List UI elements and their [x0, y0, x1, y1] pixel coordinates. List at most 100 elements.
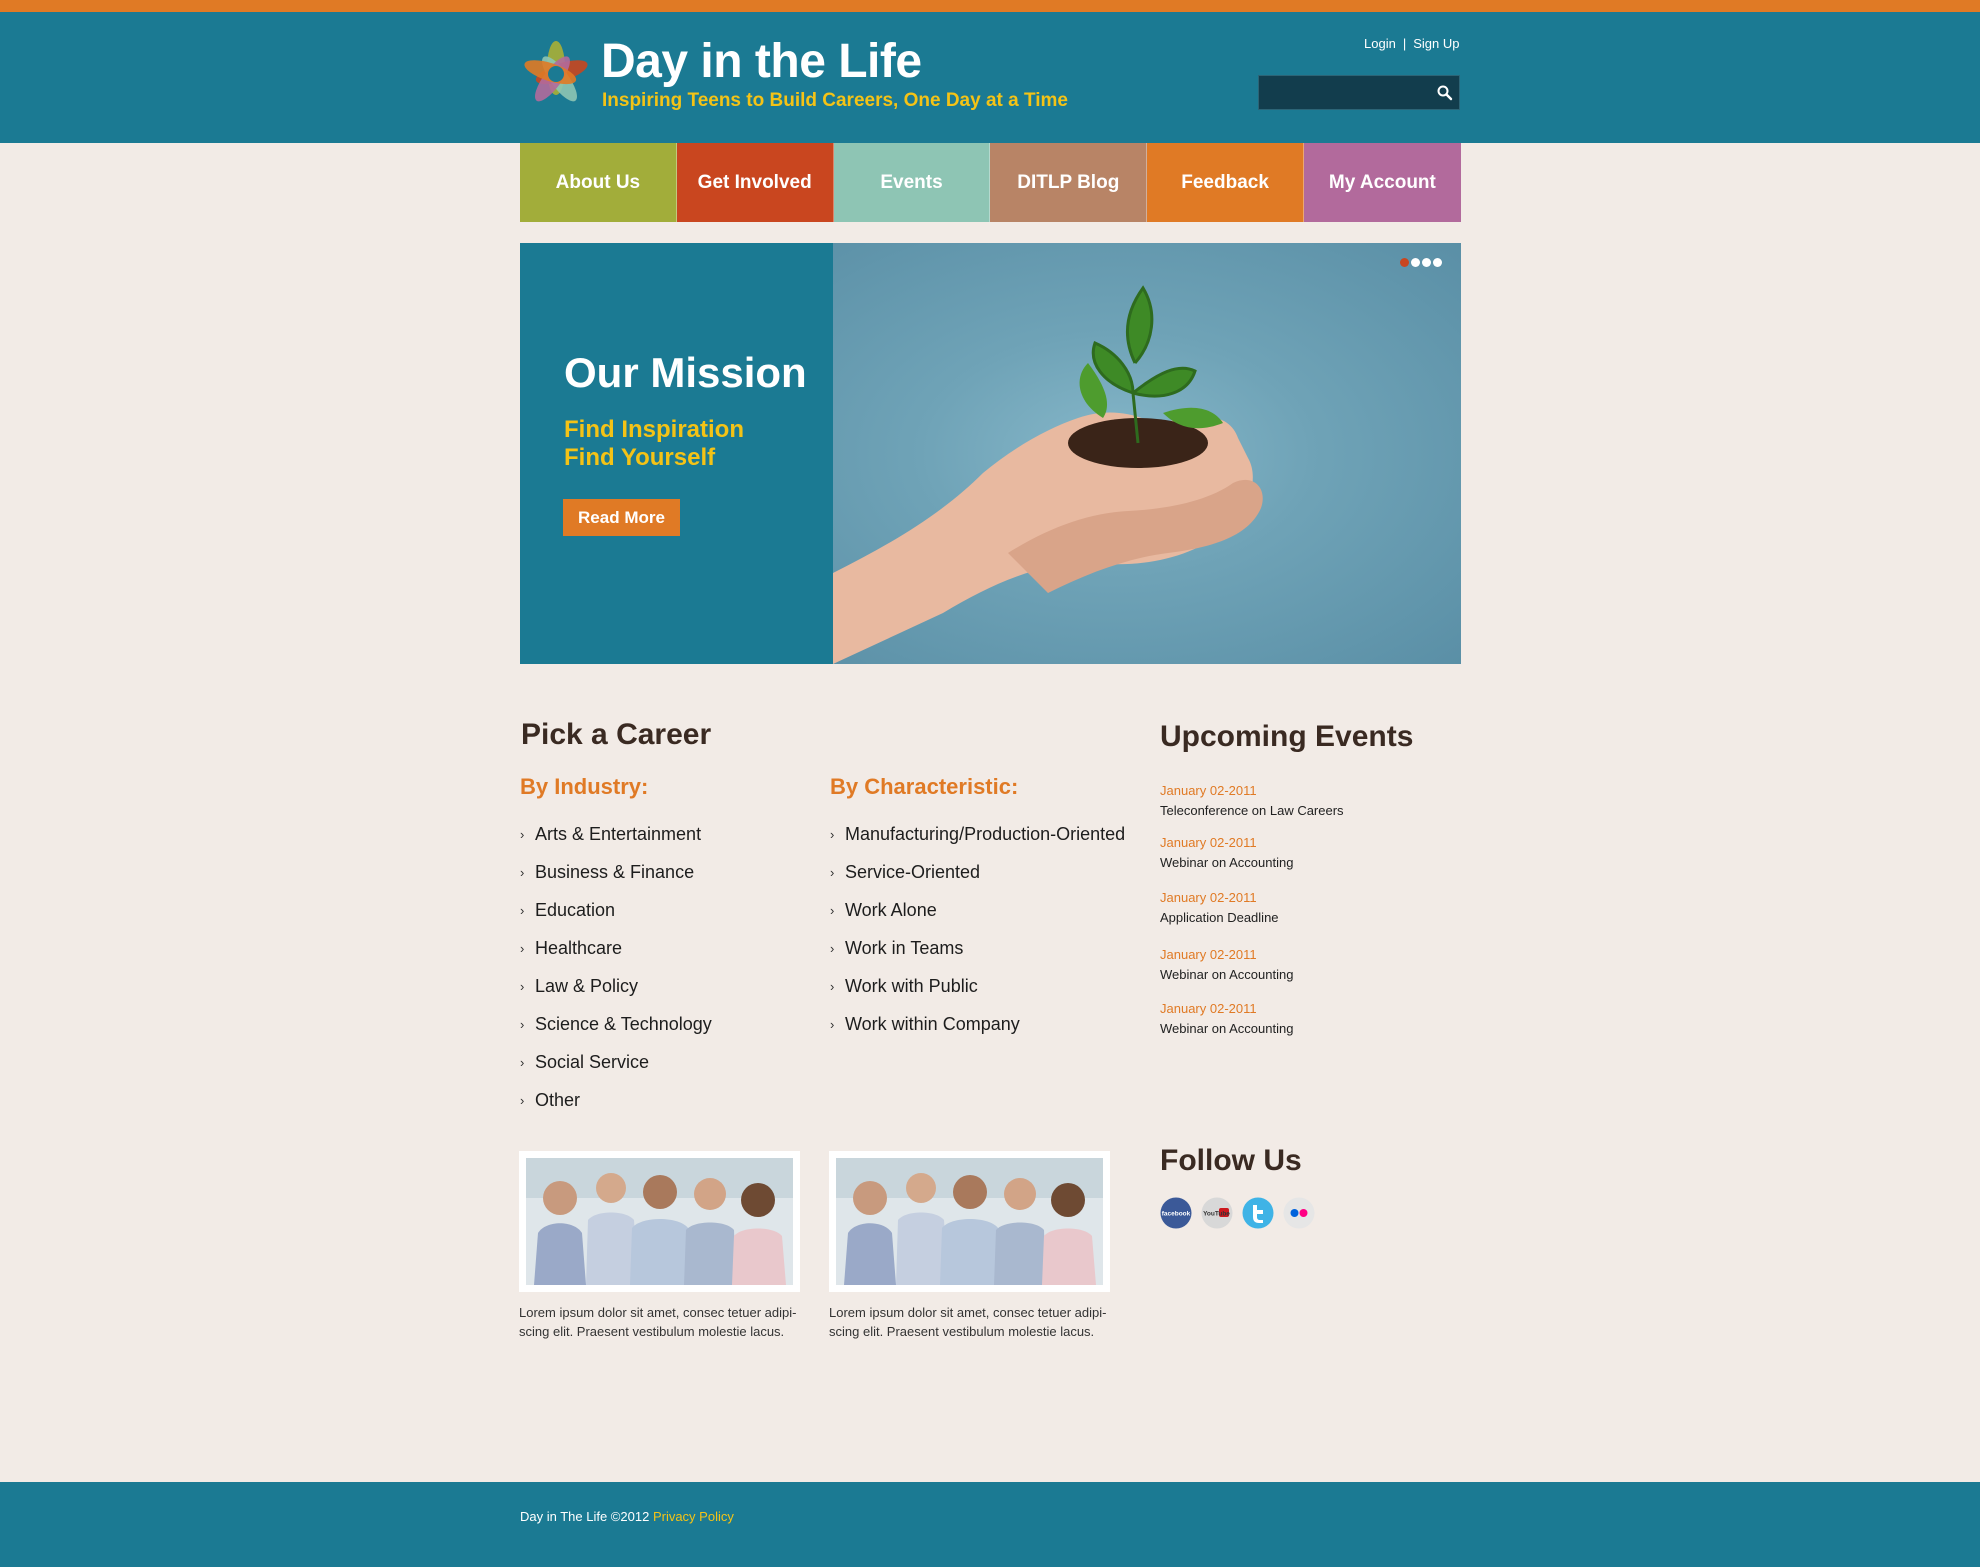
- pick-career-heading: Pick a Career: [521, 718, 712, 751]
- event-item: January 02-2011 Webinar on Accounting: [1160, 1000, 1293, 1037]
- chevron-right-icon: ›: [520, 978, 525, 994]
- promo-photo[interactable]: [829, 1151, 1110, 1292]
- characteristic-item[interactable]: › Work within Company: [830, 1005, 1125, 1043]
- chevron-right-icon: ›: [520, 1092, 525, 1108]
- event-name[interactable]: Webinar on Accounting: [1160, 1020, 1293, 1037]
- characteristic-item[interactable]: › Work with Public: [830, 967, 1125, 1005]
- chevron-right-icon: ›: [830, 826, 835, 842]
- hero-slider: Our Mission Find Inspiration Find Yourse…: [520, 243, 1461, 664]
- event-name[interactable]: Webinar on Accounting: [1160, 854, 1293, 871]
- characteristic-item[interactable]: › Work Alone: [830, 891, 1125, 929]
- slide-subtitle: Find Inspiration Find Yourself: [564, 416, 744, 472]
- site-footer: [0, 1482, 1980, 1567]
- characteristic-item[interactable]: › Work in Teams: [830, 929, 1125, 967]
- event-date: January 02-2011: [1160, 783, 1257, 798]
- characteristic-item-label: Work within Company: [845, 1013, 1020, 1034]
- industry-item-label: Science & Technology: [535, 1013, 712, 1034]
- flickr-icon[interactable]: [1283, 1197, 1315, 1229]
- industry-item[interactable]: › Science & Technology: [520, 1005, 712, 1043]
- industry-item[interactable]: › Other: [520, 1081, 712, 1119]
- nav-get-involved[interactable]: Get Involved: [676, 143, 834, 222]
- industry-item[interactable]: › Education: [520, 891, 712, 929]
- copyright: Day in The Life ©2012 Privacy Policy: [520, 1509, 734, 1524]
- upcoming-events-heading: Upcoming Events: [1160, 720, 1414, 753]
- industry-item-label: Law & Policy: [535, 975, 639, 996]
- industry-list: › Arts & Entertainment › Business & Financ…: [520, 815, 712, 1119]
- industry-item-label: Healthcare: [535, 937, 623, 958]
- privacy-policy-link[interactable]: Privacy Policy: [653, 1509, 734, 1524]
- characteristic-heading: By Characteristic:: [830, 774, 1019, 799]
- event-item: January 02-2011 Webinar on Accounting: [1160, 946, 1293, 983]
- nav-about-us[interactable]: About Us: [520, 143, 677, 222]
- slide-image: [833, 243, 1461, 664]
- nav-ditlp-blog[interactable]: DITLP Blog: [990, 143, 1148, 222]
- chevron-right-icon: ›: [520, 1016, 525, 1032]
- nav-events[interactable]: Events: [833, 143, 991, 222]
- characteristic-item-label: Manufacturing/Production-Oriented: [845, 823, 1126, 844]
- event-date: January 02-2011: [1160, 1001, 1257, 1016]
- event-item: January 02-2011 Teleconference on Law Ca…: [1160, 782, 1344, 819]
- twitter-icon[interactable]: [1242, 1197, 1274, 1229]
- youtube-wordmark: YouTube: [1203, 1211, 1230, 1218]
- slide-title: Our Mission: [564, 349, 807, 396]
- characteristic-item-label: Work Alone: [845, 899, 937, 920]
- auth-separator: |: [1402, 36, 1407, 51]
- chevron-right-icon: ›: [830, 864, 835, 880]
- industry-item[interactable]: › Business & Finance: [520, 853, 712, 891]
- read-more-button[interactable]: Read More: [563, 499, 680, 536]
- nav-feedback[interactable]: Feedback: [1147, 143, 1304, 222]
- industry-item-label: Arts & Entertainment: [535, 823, 702, 844]
- search-icon[interactable]: [1435, 83, 1455, 103]
- industry-heading: By Industry:: [520, 774, 649, 799]
- slider-pagination: [1400, 258, 1442, 267]
- youtube-icon[interactable]: YouTube: [1201, 1197, 1233, 1229]
- chevron-right-icon: ›: [520, 864, 525, 880]
- facebook-icon[interactable]: facebook: [1160, 1197, 1192, 1229]
- main-nav: About Us Get Involved Events DITLP Blog …: [520, 143, 1461, 222]
- event-date: January 02-2011: [1160, 835, 1257, 850]
- group-people-image: [526, 1158, 793, 1285]
- industry-item[interactable]: › Social Service: [520, 1043, 712, 1081]
- slider-dot-3[interactable]: [1422, 258, 1431, 267]
- event-name[interactable]: Webinar on Accounting: [1160, 966, 1293, 983]
- facebook-wordmark: facebook: [1162, 1211, 1191, 1218]
- login-link[interactable]: Login: [1364, 36, 1396, 51]
- chevron-right-icon: ›: [830, 1016, 835, 1032]
- chevron-right-icon: ›: [520, 902, 525, 918]
- event-name[interactable]: Application Deadline: [1160, 909, 1279, 926]
- site-title[interactable]: Day in the Life: [601, 34, 922, 89]
- industry-item[interactable]: › Law & Policy: [520, 967, 712, 1005]
- characteristic-item-label: Work in Teams: [845, 937, 964, 958]
- search-box: [1258, 75, 1460, 110]
- characteristic-item[interactable]: › Service-Oriented: [830, 853, 1125, 891]
- auth-links: Login | Sign Up: [1364, 36, 1459, 51]
- industry-item-label: Social Service: [535, 1051, 650, 1072]
- signup-link[interactable]: Sign Up: [1413, 36, 1459, 51]
- slider-dot-4[interactable]: [1433, 258, 1442, 267]
- industry-item[interactable]: › Arts & Entertainment: [520, 815, 712, 853]
- chevron-right-icon: ›: [520, 826, 525, 842]
- nav-my-account[interactable]: My Account: [1303, 143, 1461, 222]
- industry-item[interactable]: › Healthcare: [520, 929, 712, 967]
- promo-caption-line: Lorem ipsum dolor sit amet, consec tetue…: [519, 1305, 797, 1320]
- chevron-right-icon: ›: [830, 940, 835, 956]
- event-date: January 02-2011: [1160, 947, 1257, 962]
- event-name[interactable]: Teleconference on Law Careers: [1160, 802, 1344, 819]
- event-date: January 02-2011: [1160, 890, 1257, 905]
- logo-icon[interactable]: [520, 38, 592, 110]
- slide-text-panel: Our Mission Find Inspiration Find Yourse…: [520, 243, 833, 664]
- promo-caption-line: scing elit. Praesent vestibulum molestie…: [829, 1324, 1095, 1339]
- promo-caption-line: Lorem ipsum dolor sit amet, consec tetue…: [829, 1305, 1107, 1320]
- search-input[interactable]: [1265, 80, 1425, 106]
- slider-dot-2[interactable]: [1411, 258, 1420, 267]
- site-tagline: Inspiring Teens to Build Careers, One Da…: [602, 90, 1068, 111]
- slider-dot-1[interactable]: [1400, 258, 1409, 267]
- characteristic-list: › Manufacturing/Production-Oriented › Serv…: [830, 815, 1125, 1043]
- top-accent-bar: [0, 0, 1980, 12]
- copyright-text: Day in The Life ©2012: [520, 1509, 650, 1524]
- promo-caption-line: scing elit. Praesent vestibulum molestie…: [519, 1324, 785, 1339]
- characteristic-item[interactable]: › Manufacturing/Production-Oriented: [830, 815, 1125, 853]
- promo-photo[interactable]: [519, 1151, 800, 1292]
- promo-caption: Lorem ipsum dolor sit amet, consec tetue…: [829, 1303, 1119, 1341]
- slide-subtitle-line2: Find Yourself: [564, 444, 716, 471]
